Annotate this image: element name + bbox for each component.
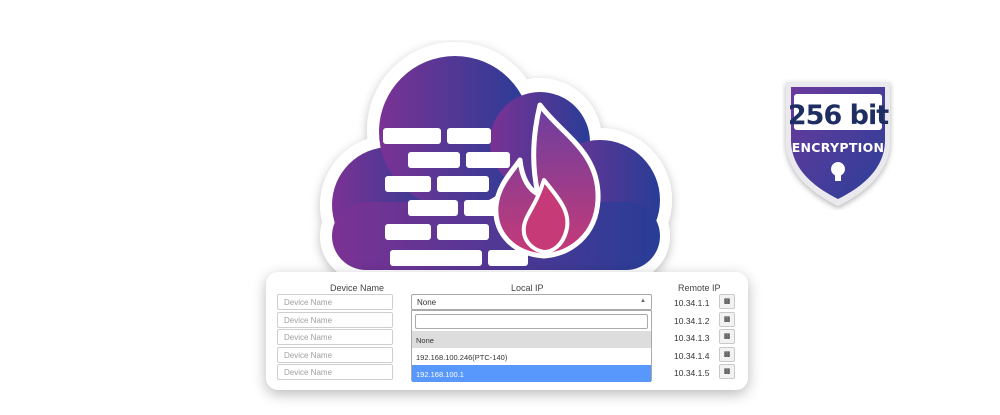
copy-icon: ▩ (723, 316, 731, 323)
remote-ip-value: 10.34.1.5 (674, 368, 710, 378)
local-ip-selected-value: None (417, 298, 437, 307)
copy-button[interactable]: ▩ (719, 347, 735, 362)
badge-subtitle: ENCRYPTION (791, 140, 885, 155)
encryption-badge: 256 bit ENCRYPTION (782, 78, 894, 210)
local-ip-dropdown: None 192.168.100.246(PTC-140) 192.168.10… (411, 310, 652, 382)
local-ip-select[interactable]: None ▲ (411, 294, 652, 310)
copy-icon: ▩ (723, 298, 731, 305)
copy-button[interactable]: ▩ (719, 312, 735, 327)
remote-ip-value: 10.34.1.3 (674, 333, 710, 343)
badge-title: 256 bit (787, 100, 889, 131)
remote-ip-value: 10.34.1.4 (674, 351, 710, 361)
dropdown-option-highlighted[interactable]: 192.168.100.1 (412, 365, 651, 382)
copy-icon: ▩ (723, 351, 731, 358)
caret-up-icon: ▲ (640, 298, 646, 304)
cloud-firewall-icon (320, 42, 672, 282)
dropdown-option[interactable]: 192.168.100.246(PTC-140) (412, 348, 651, 365)
device-name-input[interactable]: Device Name (277, 364, 393, 380)
device-name-input[interactable]: Device Name (277, 294, 393, 310)
device-name-header: Device Name (330, 283, 385, 293)
copy-button[interactable]: ▩ (719, 364, 735, 379)
dropdown-option[interactable]: None (412, 331, 651, 348)
remote-ip-header: Remote IP (678, 283, 721, 293)
copy-button[interactable]: ▩ (719, 329, 735, 344)
local-ip-header: Local IP (511, 283, 544, 293)
device-name-input[interactable]: Device Name (277, 312, 393, 328)
cloud-firewall-illustration (300, 40, 680, 290)
remote-ip-value: 10.34.1.1 (674, 298, 710, 308)
copy-button[interactable]: ▩ (719, 294, 735, 309)
device-name-input[interactable]: Device Name (277, 329, 393, 345)
copy-icon: ▩ (723, 333, 731, 340)
device-name-input[interactable]: Device Name (277, 347, 393, 363)
port-mapping-panel: Device Name Local IP Remote IP Device Na… (266, 272, 748, 390)
copy-icon: ▩ (723, 368, 731, 375)
dropdown-search-input[interactable] (415, 314, 648, 329)
remote-ip-value: 10.34.1.2 (674, 316, 710, 326)
